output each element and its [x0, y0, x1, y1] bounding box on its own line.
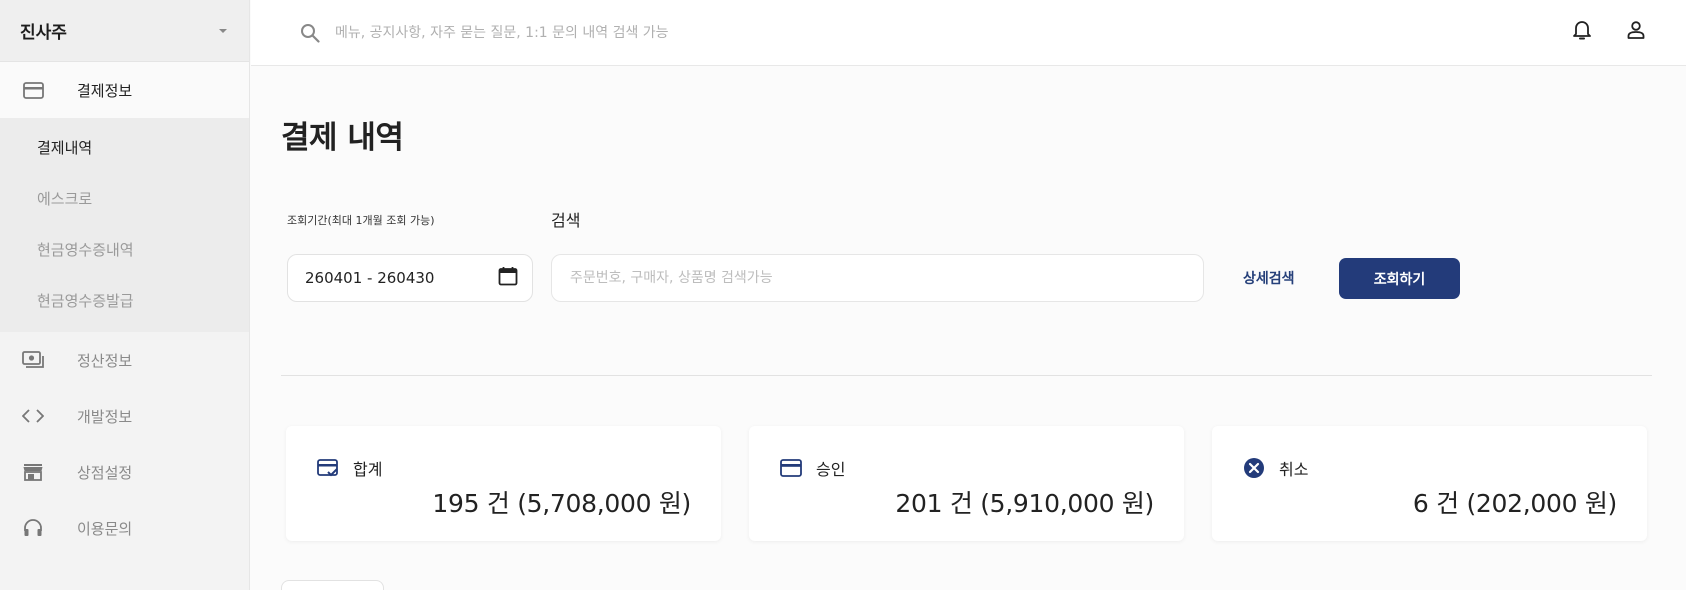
subnav-item-escrow[interactable]: 에스크로	[0, 173, 249, 224]
summary-value: 201 건 (5,910,000 원)	[895, 489, 1154, 518]
bell-icon[interactable]	[1570, 18, 1594, 42]
main-content: 결제 내역 조회기간(최대 1개월 조회 가능) 검색 260401 - 260…	[251, 66, 1686, 590]
credit-card-icon	[22, 79, 44, 101]
user-icon[interactable]	[1624, 18, 1648, 42]
keyword-search-input[interactable]	[570, 270, 1185, 286]
nav-item-payment-info[interactable]: 결제정보	[0, 62, 249, 118]
nav-item-label: 결제정보	[77, 81, 133, 100]
summary-value: 195 건 (5,708,000 원)	[432, 489, 691, 518]
summary-card-cancelled: 취소 6 건 (202,000 원)	[1212, 426, 1647, 541]
nav-item-label: 정산정보	[77, 351, 133, 370]
calendar-icon[interactable]	[498, 266, 518, 290]
nav-item-dev-info[interactable]: 개발정보	[0, 388, 249, 444]
card-check-icon	[317, 457, 339, 479]
nav-item-label: 상점설정	[77, 463, 133, 482]
summary-label: 합계	[353, 460, 383, 479]
page-title: 결제 내역	[281, 120, 404, 156]
partial-button[interactable]	[281, 580, 384, 590]
search-label: 검색	[551, 211, 581, 230]
summary-label: 취소	[1279, 460, 1309, 479]
store-name: 진사주	[20, 23, 67, 43]
payment-submenu: 결제내역 에스크로 현금영수증내역 현금영수증발급	[0, 118, 249, 332]
summary-value: 6 건 (202,000 원)	[1412, 489, 1617, 518]
sidebar: 진사주 결제정보 결제내역 에스크로 현금영수증내역 현금영수증발급 정산정보 …	[0, 0, 250, 590]
detail-search-link[interactable]: 상세검색	[1243, 268, 1295, 288]
period-label: 조회기간(최대 1개월 조회 가능)	[287, 214, 435, 227]
subnav-item-payment-history[interactable]: 결제내역	[0, 122, 249, 173]
chevron-down-icon	[219, 28, 227, 33]
nav-item-label: 이용문의	[77, 519, 133, 538]
summary-label: 승인	[816, 460, 846, 479]
search-icon	[299, 22, 321, 44]
code-icon	[22, 405, 44, 427]
summary-card-approved: 승인 201 건 (5,910,000 원)	[749, 426, 1184, 541]
nav-item-inquiry[interactable]: 이용문의	[0, 500, 249, 556]
cancel-circle-icon	[1243, 457, 1265, 479]
top-actions	[1570, 18, 1648, 42]
credit-card-icon	[780, 457, 802, 479]
global-search-input[interactable]	[335, 24, 1135, 41]
section-divider	[281, 375, 1652, 376]
store-icon	[22, 461, 44, 483]
date-range-picker[interactable]: 260401 - 260430	[287, 254, 533, 302]
store-selector[interactable]: 진사주	[0, 0, 249, 62]
summary-card-total: 합계 195 건 (5,708,000 원)	[286, 426, 721, 541]
top-bar	[251, 0, 1686, 66]
cash-icon	[22, 349, 44, 371]
nav-item-store-settings[interactable]: 상점설정	[0, 444, 249, 500]
query-button[interactable]: 조회하기	[1339, 258, 1460, 299]
nav-item-settlement-info[interactable]: 정산정보	[0, 332, 249, 388]
headset-icon	[22, 517, 44, 539]
keyword-search-field	[551, 254, 1204, 302]
date-range-value: 260401 - 260430	[305, 269, 435, 287]
subnav-item-cash-receipt-history[interactable]: 현금영수증내역	[0, 224, 249, 275]
nav-item-label: 개발정보	[77, 407, 133, 426]
subnav-item-cash-receipt-issue[interactable]: 현금영수증발급	[0, 275, 249, 326]
